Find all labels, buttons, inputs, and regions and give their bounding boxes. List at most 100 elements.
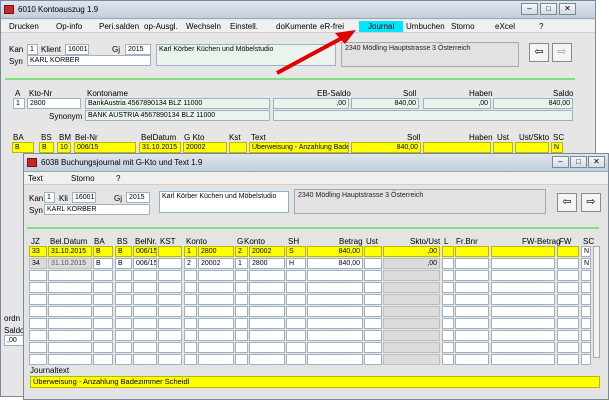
buch-datum[interactable]: 31.10.2015	[139, 142, 181, 153]
menu-dokumente[interactable]: doKumente	[276, 22, 317, 31]
menu-help-journal[interactable]: ?	[116, 174, 120, 183]
empty-cell[interactable]	[455, 318, 489, 329]
empty-cell[interactable]	[442, 354, 454, 365]
r2-ba[interactable]: B	[93, 258, 113, 269]
empty-cell[interactable]	[115, 306, 132, 317]
buch-bm[interactable]: 10	[57, 142, 71, 153]
empty-cell[interactable]	[581, 342, 591, 353]
buch-ust-skto[interactable]	[515, 142, 549, 153]
r1-sc[interactable]: N	[581, 246, 591, 257]
buch-sc[interactable]: N	[551, 142, 563, 153]
empty-cell[interactable]	[184, 294, 197, 305]
buch-ba[interactable]: B	[12, 142, 34, 153]
empty-cell[interactable]	[557, 330, 579, 341]
buch-haben[interactable]	[423, 142, 491, 153]
empty-cell[interactable]	[249, 282, 285, 293]
menu-excel[interactable]: eXcel	[495, 22, 515, 31]
empty-cell[interactable]	[249, 342, 285, 353]
r2-skto[interactable]: ,00	[383, 258, 440, 269]
r2-sc[interactable]: N	[581, 258, 591, 269]
gj-field[interactable]: 2015	[125, 44, 151, 55]
r1-belnr[interactable]: 006/15	[133, 246, 157, 257]
empty-cell[interactable]	[133, 306, 157, 317]
j-forward-button[interactable]: ⇨	[581, 193, 601, 212]
empty-cell[interactable]	[158, 282, 182, 293]
empty-cell[interactable]	[29, 294, 47, 305]
empty-cell[interactable]	[364, 294, 382, 305]
r2-sh[interactable]: H	[286, 258, 306, 269]
empty-cell[interactable]	[442, 330, 454, 341]
r1-fw[interactable]	[557, 246, 579, 257]
empty-cell[interactable]	[198, 318, 234, 329]
empty-cell[interactable]	[383, 318, 440, 329]
empty-cell[interactable]	[491, 270, 555, 281]
empty-cell[interactable]	[307, 330, 363, 341]
empty-cell[interactable]	[235, 270, 248, 281]
empty-cell[interactable]	[133, 294, 157, 305]
r1-frbnr[interactable]	[455, 246, 489, 257]
empty-cell[interactable]	[133, 282, 157, 293]
empty-cell[interactable]	[133, 354, 157, 365]
j-gj-field[interactable]: 2015	[126, 192, 150, 203]
empty-cell[interactable]	[133, 330, 157, 341]
empty-cell[interactable]	[198, 330, 234, 341]
empty-cell[interactable]	[286, 354, 306, 365]
empty-cell[interactable]	[158, 318, 182, 329]
empty-cell[interactable]	[48, 294, 92, 305]
menu-umbuchen[interactable]: Umbuchen	[406, 22, 445, 31]
empty-cell[interactable]	[581, 282, 591, 293]
empty-cell[interactable]	[235, 294, 248, 305]
empty-cell[interactable]	[491, 318, 555, 329]
empty-cell[interactable]	[307, 270, 363, 281]
r1-jz[interactable]: 33	[29, 246, 47, 257]
empty-cell[interactable]	[29, 318, 47, 329]
r1-skto[interactable]: ,00	[383, 246, 440, 257]
j-syn-field[interactable]: KARL KÖRBER	[44, 204, 150, 215]
empty-cell[interactable]	[364, 270, 382, 281]
back-button[interactable]: ⇦	[529, 43, 549, 62]
empty-cell[interactable]	[235, 342, 248, 353]
empty-cell[interactable]	[286, 342, 306, 353]
r1-betrag[interactable]: 840,00	[307, 246, 363, 257]
empty-cell[interactable]	[455, 354, 489, 365]
menu-peri-salden[interactable]: Peri.salden	[99, 22, 139, 31]
r1-kst[interactable]	[158, 246, 182, 257]
r2-fw[interactable]	[557, 258, 579, 269]
empty-cell[interactable]	[184, 270, 197, 281]
empty-cell[interactable]	[364, 330, 382, 341]
empty-cell[interactable]	[307, 306, 363, 317]
menu-storno[interactable]: Storno	[451, 22, 475, 31]
r2-datum[interactable]: 31.10.2015	[48, 258, 92, 269]
r2-ust[interactable]	[364, 258, 382, 269]
empty-cell[interactable]	[158, 330, 182, 341]
empty-cell[interactable]	[557, 318, 579, 329]
konto-a[interactable]: 1	[13, 98, 25, 109]
r2-g[interactable]: 1	[235, 258, 248, 269]
empty-cell[interactable]	[198, 294, 234, 305]
empty-cell[interactable]	[557, 306, 579, 317]
r2-belnr[interactable]: 006/15	[133, 258, 157, 269]
scrollbar[interactable]	[593, 246, 600, 358]
buch-soll[interactable]: 840,00	[351, 142, 421, 153]
empty-cell[interactable]	[455, 330, 489, 341]
empty-cell[interactable]	[581, 330, 591, 341]
empty-cell[interactable]	[115, 270, 132, 281]
r1-konto[interactable]: 2800	[198, 246, 234, 257]
r1-g[interactable]: 2	[235, 246, 248, 257]
menu-storno-journal[interactable]: Storno	[71, 174, 95, 183]
empty-cell[interactable]	[93, 270, 113, 281]
menu-help[interactable]: ?	[539, 22, 543, 31]
empty-cell[interactable]	[184, 354, 197, 365]
empty-cell[interactable]	[307, 294, 363, 305]
journal-maximize-icon[interactable]: □	[570, 156, 587, 168]
r1-sh[interactable]: S	[286, 246, 306, 257]
empty-cell[interactable]	[184, 330, 197, 341]
empty-cell[interactable]	[115, 282, 132, 293]
empty-cell[interactable]	[235, 306, 248, 317]
empty-cell[interactable]	[235, 318, 248, 329]
empty-cell[interactable]	[364, 342, 382, 353]
journaltext-field[interactable]: Überweisung - Anzahlung Badezimmer Schei…	[30, 376, 600, 388]
empty-cell[interactable]	[286, 306, 306, 317]
empty-cell[interactable]	[29, 330, 47, 341]
r2-frbnr[interactable]	[455, 258, 489, 269]
